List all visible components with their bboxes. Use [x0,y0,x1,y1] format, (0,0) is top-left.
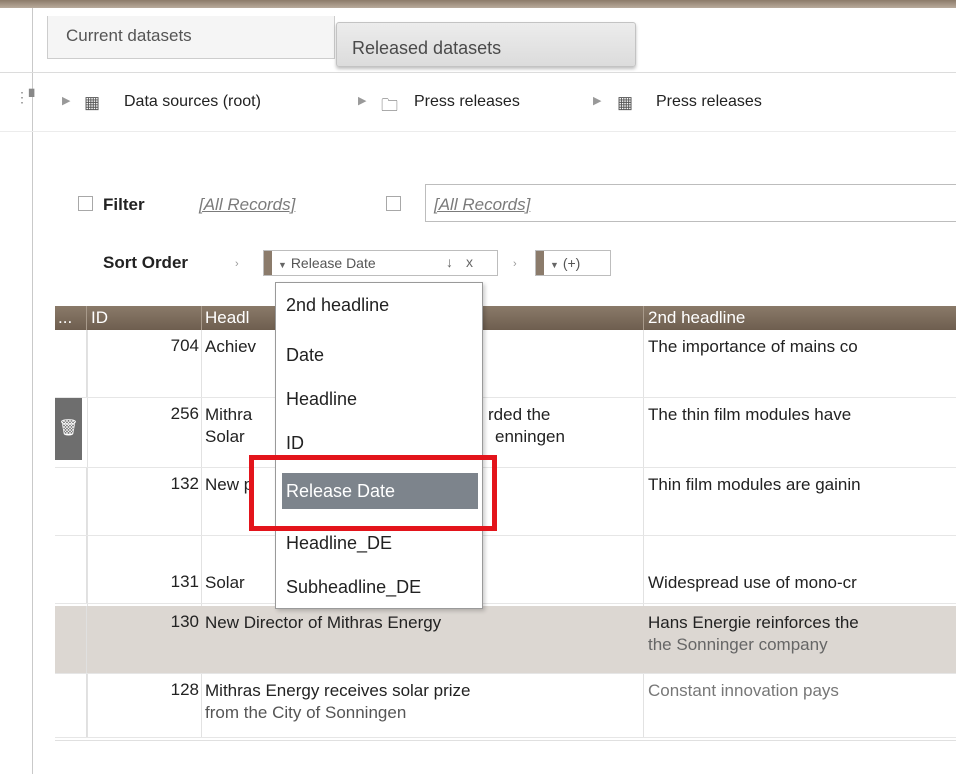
tree-toggle-icon[interactable]: ⋮▘ [15,89,40,106]
dropdown-option[interactable]: ID [286,433,304,454]
breadcrumb-table[interactable]: Press releases [656,93,762,111]
table-header: ... ID Headl 2nd headline [55,306,956,330]
top-stripe [0,0,956,8]
dropdown-arrow-icon: ▼ [550,260,559,270]
row-headline-part: enningen [495,427,565,446]
row-id: 128 [170,680,199,699]
column-header-select[interactable]: ... [58,308,72,328]
dropdown-option[interactable]: 2nd headline [286,295,389,316]
table-row[interactable]: 131 Solar Widespread use of mono-cr [55,536,956,604]
highlight-annotation [249,455,497,531]
row-gutter [55,606,87,673]
dropdown-option[interactable]: Headline [286,389,357,410]
dropdown-arrow-icon: ▼ [278,260,287,270]
drag-handle[interactable] [536,251,544,275]
table-row[interactable]: 132 New p Thin film modules are gainin [55,468,956,536]
row-id: 132 [170,474,199,493]
add-sort-label: (+) [562,255,581,271]
row-headline-line: from the City of Sonningen [205,703,407,722]
remove-sort-button[interactable]: x [466,254,473,270]
divider [0,131,956,132]
chevron-right-icon: › [513,258,517,270]
row-gutter [55,330,87,397]
table-row[interactable]: 128 Mithras Energy receives solar prize … [55,674,956,738]
column-header-id[interactable]: ID [91,308,108,328]
row-gutter [55,674,87,737]
row-subheadline-line: the Sonninger company [648,635,828,654]
row-subheadline-line: Hans Energie reinforces the [648,613,859,632]
sort-field-chip[interactable]: ▼ Release Date ↓ x [263,250,498,276]
folder-icon: 🗀 [381,96,398,115]
filter-checkbox-2[interactable] [386,196,401,211]
row-headline-part: rded the [488,405,551,424]
table-row-selected[interactable]: 130 New Director of Mithras Energy Hans … [55,606,956,674]
row-headline-part: Mithra [205,405,253,424]
sort-direction-icon[interactable]: ↓ [446,254,453,270]
row-subheadline: The thin film modules have [648,405,852,424]
divider [0,72,956,73]
drag-handle[interactable] [264,251,272,275]
row-id: 130 [170,612,199,631]
chevron-right-icon: ▶ [62,95,71,107]
row-id: 256 [170,404,199,423]
dropdown-option[interactable]: Subheadline_DE [286,577,421,598]
tab-released-datasets[interactable]: Released datasets [336,22,636,67]
row-headline: New Director of Mithras Energy [205,613,442,632]
column-divider [86,306,87,330]
breadcrumb: ⋮▘ ▶ ▦ Data sources (root) ▶ 🗀 Press rel… [0,80,956,130]
column-header-headline[interactable]: Headl [205,308,249,328]
table-row[interactable]: 🗑 256 Mithra rded the Solar enningen The… [55,398,956,468]
row-headline: Mithras Energy receives solar prize from… [205,680,635,724]
tab-bar: Current datasets Released datasets [0,8,956,67]
dropdown-option[interactable]: Date [286,345,324,366]
table-icon: ▦ [617,93,634,112]
sort-field-dropdown: 2nd headline Date Headline ID Release Da… [275,282,483,609]
row-subheadline: Thin film modules are gainin [648,475,861,494]
chevron-right-icon: ▶ [358,95,367,107]
row-id: 131 [170,572,199,591]
filter-input[interactable]: [All Records] [425,184,956,222]
filter-checkbox[interactable] [78,196,93,211]
row-subheadline: Constant innovation pays [648,681,839,700]
chevron-right-icon: ▶ [593,95,602,107]
tab-current-datasets[interactable]: Current datasets [47,16,335,59]
row-gutter [55,536,87,603]
row-id: 704 [170,336,199,355]
dropdown-option[interactable]: Headline_DE [286,533,392,554]
filter-input-records-link[interactable]: [All Records] [434,195,530,215]
row-subheadline: Hans Energie reinforces the the Sonninge… [648,612,956,656]
row-subheadline: The importance of mains co [648,337,858,356]
filter-label: Filter [103,195,145,214]
table-row[interactable]: 704 Achiev The importance of mains co [55,330,956,398]
column-header-2nd-headline[interactable]: 2nd headline [648,308,745,328]
chevron-right-icon: › [235,258,239,270]
trash-icon[interactable]: 🗑 [55,398,82,460]
row-headline-line: Mithras Energy receives solar prize [205,681,471,700]
column-divider [201,306,202,330]
table-icon: ▦ [84,93,101,112]
sort-field-name: Release Date [290,255,376,271]
row-gutter [55,468,87,535]
filter-records-link[interactable]: [All Records] [199,195,295,215]
add-sort-chip[interactable]: ▼ (+) [535,250,611,276]
sort-order-label: Sort Order [103,253,189,272]
row-subheadline: Widespread use of mono-cr [648,573,857,592]
column-divider [643,306,644,330]
table-bottom-border [55,740,956,741]
breadcrumb-folder[interactable]: Press releases [414,93,520,111]
row-headline-part: Solar [205,427,245,446]
breadcrumb-root[interactable]: Data sources (root) [124,93,261,111]
